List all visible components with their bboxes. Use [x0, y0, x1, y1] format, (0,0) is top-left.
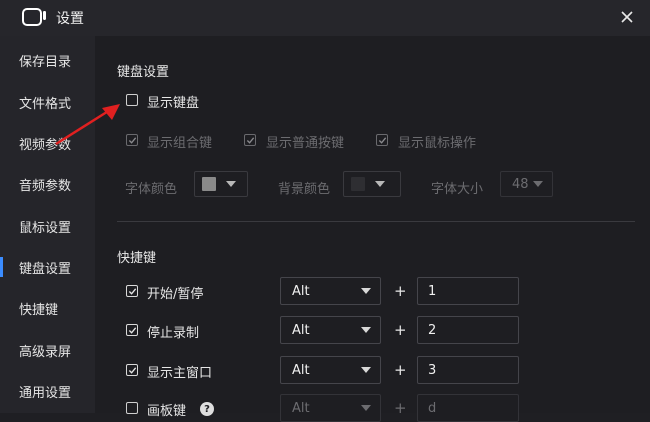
- show-keyboard-checkbox[interactable]: [126, 94, 138, 106]
- check-icon: [128, 366, 136, 374]
- plus-sign: +: [394, 361, 407, 379]
- window-title: 设置: [56, 11, 84, 27]
- show-combo-keys-checkbox[interactable]: [126, 134, 138, 146]
- sidebar-item-advanced[interactable]: 高级录屏: [0, 330, 95, 370]
- font-size-label: 字体大小: [431, 182, 484, 197]
- sidebar-item-mouse[interactable]: 鼠标设置: [0, 206, 95, 246]
- camera-icon: [22, 8, 46, 26]
- plus-sign: +: [394, 282, 407, 300]
- check-icon: [128, 326, 136, 334]
- font-color-swatch: [202, 177, 216, 191]
- hotkey-stop-modifier[interactable]: Alt: [280, 316, 381, 344]
- hotkeys-section-title: 快捷键: [117, 251, 157, 266]
- sidebar-item-keyboard[interactable]: 键盘设置: [0, 247, 95, 287]
- hotkey-drawboard-checkbox[interactable]: [126, 402, 138, 414]
- hotkey-stop-key[interactable]: 2: [417, 316, 519, 344]
- hotkey-show-main-modifier[interactable]: Alt: [280, 356, 381, 384]
- bg-color-picker[interactable]: [343, 171, 401, 197]
- chevron-down-icon: [361, 327, 371, 333]
- plus-sign: +: [394, 399, 407, 417]
- hotkey-show-main-key[interactable]: 3: [417, 356, 519, 384]
- hotkey-start-pause-key[interactable]: 1: [417, 277, 519, 305]
- sidebar-item-video-params[interactable]: 视频参数: [0, 123, 95, 163]
- fade-overlay: [515, 346, 650, 413]
- chevron-down-icon: [226, 181, 236, 187]
- close-icon: [621, 11, 633, 23]
- help-icon[interactable]: ?: [200, 402, 214, 416]
- font-size-value: 48: [512, 176, 529, 192]
- chevron-down-icon: [361, 288, 371, 294]
- section-divider: [117, 221, 635, 222]
- hotkey-start-pause-label: 开始/暂停: [147, 287, 204, 302]
- chevron-down-icon: [375, 181, 385, 187]
- check-icon: [128, 136, 136, 144]
- show-combo-keys-label: 显示组合键: [147, 136, 213, 151]
- bg-color-swatch: [351, 177, 365, 191]
- hotkey-stop-checkbox[interactable]: [126, 324, 138, 336]
- font-size-select[interactable]: 48: [500, 171, 553, 197]
- hotkey-show-main-label: 显示主窗口: [147, 366, 213, 381]
- sidebar-item-save-dir[interactable]: 保存目录: [0, 40, 95, 80]
- hotkey-stop-label: 停止录制: [147, 326, 200, 341]
- show-mouse-ops-checkbox[interactable]: [376, 134, 388, 146]
- show-normal-keys-label: 显示普通按键: [266, 136, 345, 151]
- font-color-label: 字体颜色: [125, 182, 178, 197]
- show-normal-keys-checkbox[interactable]: [244, 134, 256, 146]
- close-button[interactable]: [616, 6, 638, 28]
- bg-color-label: 背景颜色: [278, 182, 331, 197]
- sidebar-item-file-format[interactable]: 文件格式: [0, 82, 95, 122]
- hotkey-start-pause-modifier[interactable]: Alt: [280, 277, 381, 305]
- hotkey-show-main-checkbox[interactable]: [126, 364, 138, 376]
- check-icon: [246, 136, 254, 144]
- sidebar-item-general[interactable]: 通用设置: [0, 371, 95, 411]
- show-mouse-ops-label: 显示鼠标操作: [398, 136, 477, 151]
- font-color-picker[interactable]: [194, 171, 248, 197]
- chevron-down-icon: [361, 367, 371, 373]
- chevron-down-icon: [361, 405, 371, 411]
- settings-panel: 键盘设置 显示键盘 显示组合键 显示普通按键 显示鼠标操作 字体颜色 背景颜色 …: [95, 36, 650, 422]
- plus-sign: +: [394, 321, 407, 339]
- hotkey-start-pause-checkbox[interactable]: [126, 285, 138, 297]
- keyboard-section-title: 键盘设置: [117, 65, 170, 80]
- hotkey-drawboard-label: 画板键: [147, 404, 187, 419]
- sidebar: 保存目录 文件格式 视频参数 音频参数 鼠标设置 键盘设置 快捷键 高级录屏 通…: [0, 36, 95, 413]
- sidebar-item-hotkeys[interactable]: 快捷键: [0, 288, 95, 328]
- chevron-down-icon: [533, 181, 543, 187]
- show-keyboard-label: 显示键盘: [147, 96, 200, 111]
- check-icon: [378, 136, 386, 144]
- hotkey-drawboard-modifier[interactable]: Alt: [280, 394, 381, 422]
- sidebar-item-audio-params[interactable]: 音频参数: [0, 164, 95, 204]
- title-bar: 设置: [0, 0, 650, 36]
- hotkey-drawboard-key[interactable]: d: [417, 394, 519, 422]
- check-icon: [128, 287, 136, 295]
